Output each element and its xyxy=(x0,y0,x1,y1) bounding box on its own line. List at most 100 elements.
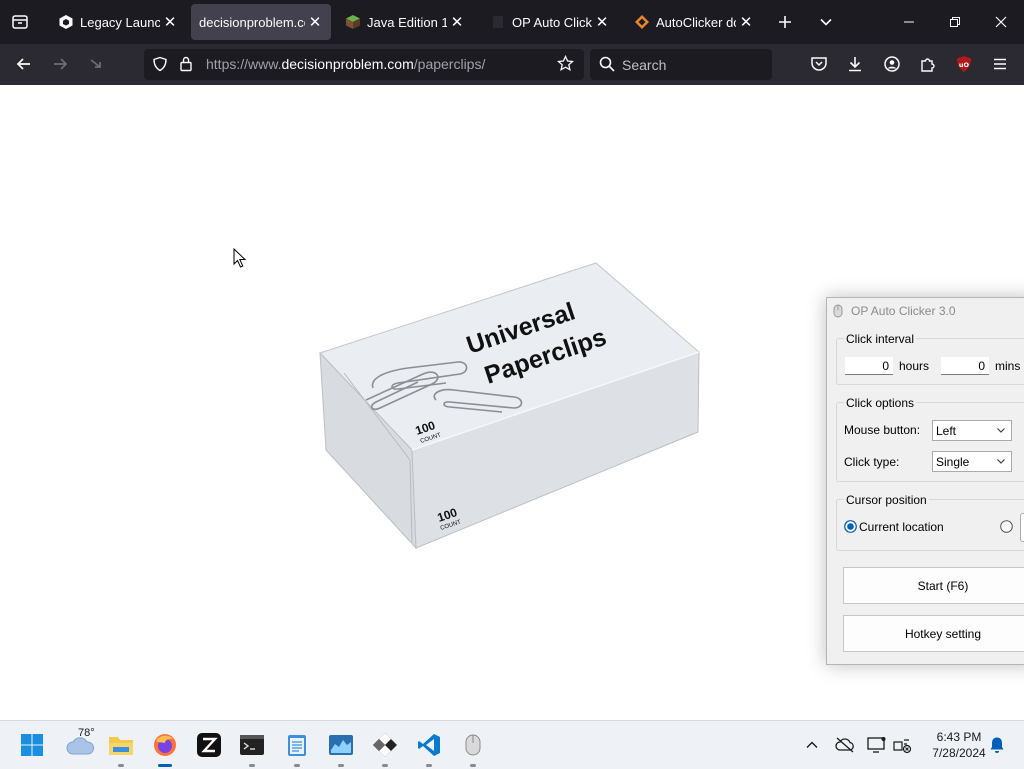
firefox-taskbar-button[interactable] xyxy=(149,729,181,767)
taskbar: 78° 6:43 PM 7/28/2024 xyxy=(0,720,1024,769)
forward-button[interactable] xyxy=(44,48,76,80)
firefox-view-button[interactable] xyxy=(2,4,38,40)
url-domain: decisionproblem.com xyxy=(281,56,414,72)
monitor-chart-icon xyxy=(329,735,353,755)
click-options-group: Click options Mouse button: Left Click t… xyxy=(836,396,1024,482)
hotkey-setting-button[interactable]: Hotkey setting xyxy=(843,615,1024,652)
tab-strip: Legacy Launche ✕ decisionproblem.co ✕ Ja… xyxy=(0,0,1024,44)
search-placeholder: Search xyxy=(622,57,667,73)
minecraft-block-icon xyxy=(345,14,361,30)
extensions-button[interactable] xyxy=(912,48,944,80)
resource-monitor-button[interactable] xyxy=(325,729,357,767)
window-title: OP Auto Clicker 3.0 xyxy=(851,304,956,318)
arrow-left-icon xyxy=(16,58,30,70)
reload-button[interactable] xyxy=(80,48,112,80)
lock-icon[interactable] xyxy=(178,55,194,77)
start-button[interactable] xyxy=(16,729,48,761)
tab-title: decisionproblem.co xyxy=(199,14,305,30)
current-location-label: Current location xyxy=(859,520,944,534)
new-tab-button[interactable] xyxy=(767,4,803,40)
tab-title: AutoClicker dow xyxy=(656,14,736,30)
mouse-button-select[interactable]: Left xyxy=(932,420,1012,441)
x-coordinate-input[interactable] xyxy=(1020,513,1024,542)
restore-button[interactable] xyxy=(932,0,978,44)
auto-clicker-taskbar-button[interactable] xyxy=(457,729,489,767)
search-box[interactable]: Search xyxy=(590,49,772,80)
current-location-radio[interactable] xyxy=(844,520,857,536)
vscode-button[interactable] xyxy=(413,729,445,767)
close-tab-icon[interactable]: ✕ xyxy=(305,13,325,31)
weather-temp: 78° xyxy=(78,727,95,739)
tab-autoclicker-download[interactable]: AutoClicker dow ✕ xyxy=(622,4,762,40)
url-text[interactable]: https://www.decisionproblem.com/papercli… xyxy=(206,56,485,72)
network-sound-tray[interactable] xyxy=(890,733,914,757)
close-tab-icon[interactable]: ✕ xyxy=(447,13,467,31)
tab-java-edition[interactable]: Java Edition 1.13 ✕ xyxy=(333,4,473,40)
tab-legacy-launcher[interactable]: Legacy Launche ✕ xyxy=(46,4,186,40)
click-options-label: Click options xyxy=(844,396,917,410)
tab-decisionproblem[interactable]: decisionproblem.co ✕ xyxy=(191,4,331,40)
downloads-button[interactable] xyxy=(839,48,871,80)
paperclip-box-image[interactable]: Universal Paperclips 100 COUNT 100 COUNT xyxy=(318,260,708,555)
folder-icon xyxy=(109,737,133,755)
hours-input[interactable]: 0 xyxy=(845,357,893,375)
bookmark-star-icon[interactable] xyxy=(556,54,575,77)
download-icon xyxy=(849,57,861,72)
account-button[interactable] xyxy=(876,48,908,80)
active-indicator xyxy=(158,764,172,767)
vscode-icon xyxy=(418,734,440,756)
search-icon xyxy=(599,56,615,77)
arrow-right-icon xyxy=(54,58,68,70)
blank-page-icon xyxy=(490,14,506,30)
file-explorer-button[interactable] xyxy=(105,729,137,767)
minimize-icon xyxy=(904,21,914,23)
menu-button[interactable] xyxy=(984,48,1016,80)
show-hidden-icons-button[interactable] xyxy=(800,733,824,757)
close-tab-icon[interactable]: ✕ xyxy=(592,13,612,31)
pocket-button[interactable] xyxy=(803,48,835,80)
click-interval-group: Click interval 0 hours 0 mins xyxy=(836,332,1024,385)
tab-op-auto-clicker[interactable]: OP Auto Clicker ✕ xyxy=(478,4,618,40)
list-all-tabs-button[interactable] xyxy=(808,4,844,40)
hamburger-menu-icon xyxy=(994,58,1006,70)
zed-app-button[interactable] xyxy=(193,729,225,761)
notepad-button[interactable] xyxy=(281,729,313,767)
close-window-button[interactable] xyxy=(978,0,1024,44)
display-tray-icon[interactable] xyxy=(865,733,889,757)
chevron-up-icon xyxy=(806,741,818,748)
start-button[interactable]: Start (F6) xyxy=(843,567,1024,604)
cloud-offline-tray-icon[interactable] xyxy=(833,733,857,757)
chess-app-button[interactable] xyxy=(369,729,401,767)
click-type-select[interactable]: Single xyxy=(932,451,1012,472)
back-button[interactable] xyxy=(8,48,40,80)
notifications-button[interactable] xyxy=(985,733,1009,757)
tab-title: Java Edition 1.13 xyxy=(367,14,447,30)
close-tab-icon[interactable]: ✕ xyxy=(160,13,180,31)
tab-title: Legacy Launche xyxy=(80,14,160,30)
running-indicator xyxy=(294,764,300,767)
navigation-toolbar: https://www.decisionproblem.com/papercli… xyxy=(0,44,1024,86)
weather-widget[interactable]: 78° xyxy=(62,727,98,761)
mouse-button-value: Left xyxy=(936,424,957,438)
shield-icon[interactable] xyxy=(152,56,168,77)
running-indicator xyxy=(382,764,388,767)
legacy-launcher-icon xyxy=(58,14,74,30)
tab-title: OP Auto Clicker xyxy=(512,14,592,30)
terminal-button[interactable] xyxy=(236,729,268,767)
close-tab-icon[interactable]: ✕ xyxy=(736,13,756,31)
pick-location-radio[interactable] xyxy=(1000,520,1013,536)
minimize-button[interactable] xyxy=(886,0,932,44)
mouse-icon xyxy=(465,734,481,756)
running-indicator xyxy=(249,764,255,767)
mins-input[interactable]: 0 xyxy=(941,357,989,375)
monitor-icon xyxy=(867,737,886,753)
chevron-down-icon xyxy=(820,18,832,26)
ublock-origin-button[interactable]: uO xyxy=(948,48,980,80)
click-type-label: Click type: xyxy=(844,455,900,469)
address-bar[interactable]: https://www.decisionproblem.com/papercli… xyxy=(144,49,584,80)
reload-icon xyxy=(90,59,101,68)
running-indicator xyxy=(470,764,476,767)
windows-logo-icon xyxy=(21,734,43,756)
account-icon xyxy=(884,56,900,72)
click-type-value: Single xyxy=(936,455,970,469)
